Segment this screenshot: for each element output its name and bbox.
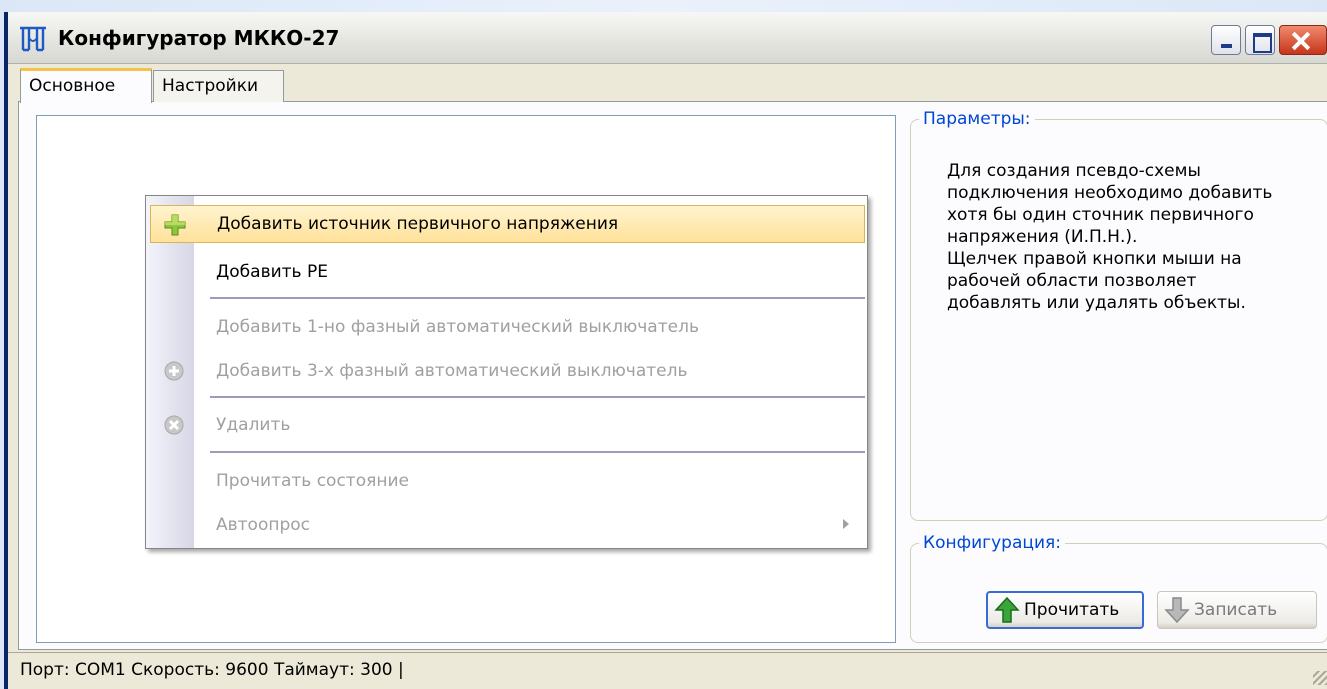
parameters-group-label: Параметры: xyxy=(919,109,1035,129)
menu-item-label: Добавить 1-но фазный автоматический выкл… xyxy=(216,317,699,337)
menu-item-autopoll[interactable]: Автоопрос xyxy=(150,506,865,544)
close-icon[interactable] xyxy=(1279,25,1327,55)
configuration-group: Конфигурация: Прочитать Записать xyxy=(910,533,1327,643)
context-menu: Добавить источник первичного напряжения … xyxy=(145,195,868,549)
add-circle-icon xyxy=(164,361,184,381)
menu-separator xyxy=(210,396,865,398)
menu-item-add-1phase-breaker[interactable]: Добавить 1-но фазный автоматический выкл… xyxy=(150,308,865,346)
menu-separator xyxy=(210,451,865,453)
menu-item-add-3phase-breaker[interactable]: Добавить 3-х фазный автоматический выклю… xyxy=(150,352,865,390)
status-bar: Порт: COM1 Скорость: 9600 Таймаут: 300 | xyxy=(8,652,1327,689)
submenu-arrow-icon xyxy=(843,519,849,529)
tab-main[interactable]: Основное xyxy=(20,68,152,103)
maximize-icon[interactable] xyxy=(1245,25,1275,55)
menu-item-label: Добавить 3-х фазный автоматический выклю… xyxy=(216,361,688,381)
menu-item-delete[interactable]: Удалить xyxy=(150,406,865,444)
write-button-label: Записать xyxy=(1194,600,1278,620)
minimize-icon[interactable] xyxy=(1211,25,1241,55)
parameters-group: Параметры: Для создания псевдо-схемы под… xyxy=(910,109,1327,521)
read-button[interactable]: Прочитать xyxy=(986,591,1144,629)
menu-item-add-pe[interactable]: Добавить РЕ xyxy=(150,253,865,291)
menu-item-label: Прочитать состояние xyxy=(216,471,409,491)
menu-item-label: Добавить источник первичного напряжения xyxy=(217,214,619,234)
parameters-help-text: Для создания псевдо-схемы подключения не… xyxy=(947,161,1273,313)
arrow-up-icon xyxy=(994,596,1020,623)
window-title: Конфигуратор МККО-27 xyxy=(58,26,340,50)
menu-item-label: Добавить РЕ xyxy=(216,262,328,282)
write-button[interactable]: Записать xyxy=(1157,591,1317,629)
tab-settings[interactable]: Настройки xyxy=(153,70,284,102)
resize-grip-icon[interactable] xyxy=(1313,671,1327,685)
plus-icon xyxy=(164,214,186,236)
delete-circle-icon xyxy=(164,415,184,435)
arrow-down-icon xyxy=(1164,597,1190,624)
app-logo-icon xyxy=(20,26,46,52)
menu-separator xyxy=(210,297,865,299)
menu-item-add-primary-source[interactable]: Добавить источник первичного напряжения xyxy=(150,205,865,243)
menu-item-label: Автоопрос xyxy=(216,515,311,535)
title-bar[interactable]: Конфигуратор МККО-27 xyxy=(8,12,1327,64)
configuration-group-label: Конфигурация: xyxy=(919,533,1065,553)
menu-item-read-state[interactable]: Прочитать состояние xyxy=(150,462,865,500)
menu-item-label: Удалить xyxy=(216,415,291,435)
read-button-label: Прочитать xyxy=(1024,600,1120,620)
status-text: Порт: COM1 Скорость: 9600 Таймаут: 300 | xyxy=(20,660,404,680)
